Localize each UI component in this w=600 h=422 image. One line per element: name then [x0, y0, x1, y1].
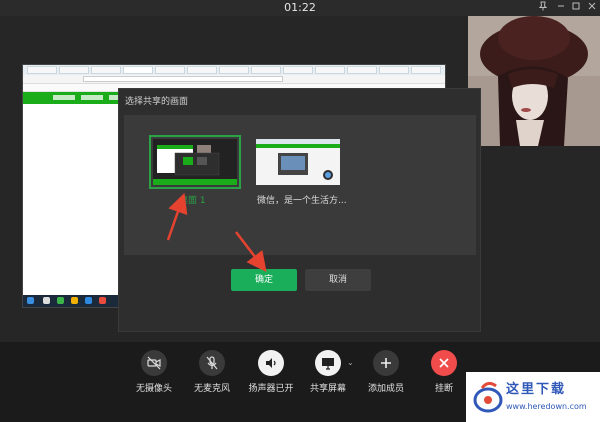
desktop-thumbnail — [153, 139, 237, 185]
camera-toggle-label: 无摄像头 — [135, 384, 172, 394]
watermark-title: 这里下载 — [506, 382, 567, 397]
share-screen-button[interactable]: 共享屏幕 — [300, 350, 356, 394]
cancel-button[interactable]: 取消 — [305, 269, 371, 291]
add-member-label: 添加成员 — [367, 384, 404, 394]
remote-video-tile — [468, 16, 600, 146]
minimize-icon[interactable] — [554, 1, 568, 15]
microphone-toggle-label: 无麦克风 — [193, 384, 230, 394]
chevron-down-icon[interactable]: ⌄ — [347, 358, 354, 367]
microphone-toggle[interactable]: 无麦克风 — [184, 350, 240, 394]
mic-off-icon — [199, 350, 225, 376]
confirm-button[interactable]: 确定 — [231, 269, 297, 291]
dialog-title: 选择共享的画面 — [125, 97, 189, 107]
share-option-wechat-label: 微信，是一个生活方... — [257, 196, 347, 206]
share-source-list: 桌面 1 微信，是一个生活方... — [124, 115, 476, 255]
site-watermark: 这里下载 www.heredown.com — [466, 372, 600, 422]
title-bar: 01:22 — [0, 0, 600, 16]
pin-icon[interactable] — [536, 1, 550, 15]
share-option-desktop[interactable] — [149, 135, 241, 189]
participant-photo — [468, 16, 600, 146]
watermark-logo-icon — [473, 381, 503, 413]
share-screen-dialog: 选择共享的画面 桌面 1 微信，是一个生活方... 确定 取消 — [118, 88, 481, 332]
camera-toggle[interactable]: 无摄像头 — [126, 350, 182, 394]
screen-share-icon — [315, 350, 341, 376]
speaker-toggle[interactable]: 扬声器已开 — [243, 350, 299, 394]
browser-tab-strip — [23, 65, 445, 75]
call-timer: 01:22 — [284, 1, 316, 14]
speaker-toggle-label: 扬声器已开 — [248, 384, 294, 394]
hangup-label: 挂断 — [434, 384, 453, 394]
share-option-wechat-window[interactable] — [252, 135, 344, 189]
add-member-button[interactable]: 添加成员 — [358, 350, 414, 394]
add-member-icon — [373, 350, 399, 376]
camera-off-icon — [141, 350, 167, 376]
wechat-window-thumbnail — [256, 139, 340, 185]
maximize-icon[interactable] — [569, 1, 583, 15]
watermark-url: www.heredown.com — [506, 402, 587, 411]
browser-address-bar — [23, 75, 445, 84]
close-icon[interactable] — [585, 1, 599, 15]
hangup-icon — [431, 350, 457, 376]
speaker-icon — [258, 350, 284, 376]
share-screen-label: 共享屏幕 — [309, 384, 346, 394]
hangup-button[interactable]: 挂断 — [416, 350, 472, 394]
